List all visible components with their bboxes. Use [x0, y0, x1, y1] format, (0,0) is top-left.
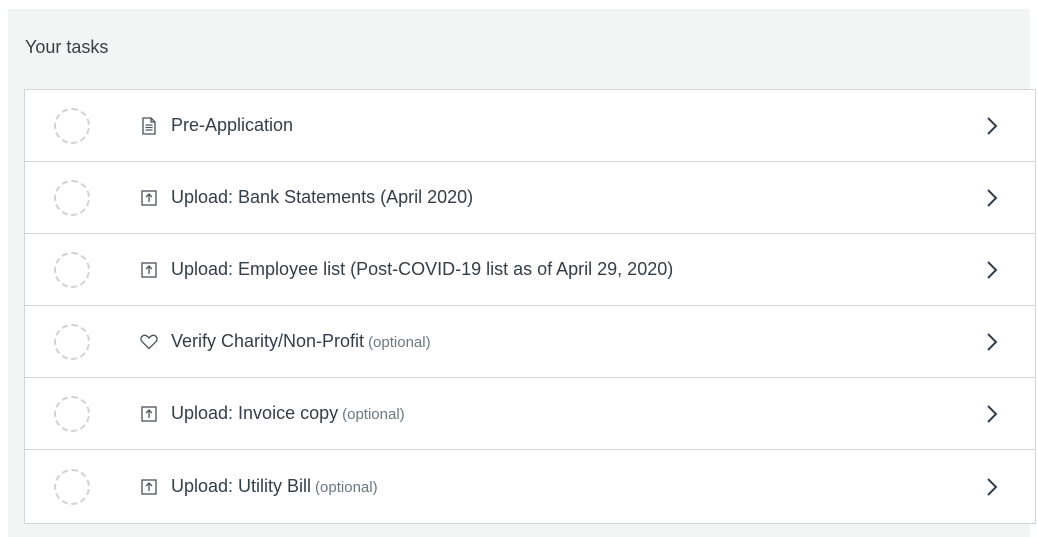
task-label-text: Upload: Bank Statements (April 2020) [171, 186, 474, 207]
task-row-bank-statements[interactable]: Upload: Bank Statements (April 2020) [25, 162, 1035, 234]
document-icon [139, 116, 159, 136]
task-label-text: Verify Charity/Non-Profit [171, 330, 365, 351]
task-label-text: Pre-Application [171, 114, 294, 135]
task-label: Upload: Employee list (Post-COVID-19 lis… [171, 258, 677, 282]
task-label-text: Upload: Employee list (Post-COVID-19 lis… [171, 258, 674, 279]
tasks-panel: Your tasks Pre-Application Upload: Bank … [8, 9, 1036, 537]
status-pending-icon [54, 251, 90, 288]
task-optional-tag: (optional) [315, 478, 378, 496]
task-row-employee-list[interactable]: Upload: Employee list (Post-COVID-19 lis… [25, 234, 1035, 306]
panel-title: Your tasks [25, 37, 109, 57]
upload-icon [139, 260, 159, 280]
task-label: Upload: Invoice copy (optional) [171, 402, 405, 426]
task-label: Verify Charity/Non-Profit (optional) [171, 330, 431, 354]
task-label-text: Upload: Invoice copy [171, 402, 339, 423]
task-label-text: Upload: Utility Bill [171, 475, 312, 496]
status-pending-icon [54, 468, 90, 505]
upload-icon [139, 477, 159, 497]
task-label: Upload: Utility Bill (optional) [171, 475, 378, 499]
task-row-utility-bill[interactable]: Upload: Utility Bill (optional) [25, 450, 1035, 523]
upload-icon [139, 404, 159, 424]
task-optional-tag: (optional) [342, 405, 405, 423]
status-pending-icon [54, 179, 90, 216]
task-row-invoice-copy[interactable]: Upload: Invoice copy (optional) [25, 378, 1035, 450]
chevron-right-icon [985, 404, 999, 424]
heart-icon [139, 332, 159, 352]
chevron-right-icon [985, 116, 999, 136]
status-pending-icon [54, 395, 90, 432]
chevron-right-icon [985, 332, 999, 352]
chevron-right-icon [985, 188, 999, 208]
status-pending-icon [54, 323, 90, 360]
upload-icon [139, 188, 159, 208]
task-row-pre-application[interactable]: Pre-Application [25, 90, 1035, 162]
task-optional-tag: (optional) [368, 333, 431, 351]
chevron-right-icon [985, 260, 999, 280]
task-row-verify-charity[interactable]: Verify Charity/Non-Profit (optional) [25, 306, 1035, 378]
task-list: Pre-Application Upload: Bank Statements … [24, 89, 1036, 524]
chevron-right-icon [985, 477, 999, 497]
status-pending-icon [54, 107, 90, 144]
task-label: Pre-Application [171, 114, 297, 138]
task-label: Upload: Bank Statements (April 2020) [171, 186, 477, 210]
